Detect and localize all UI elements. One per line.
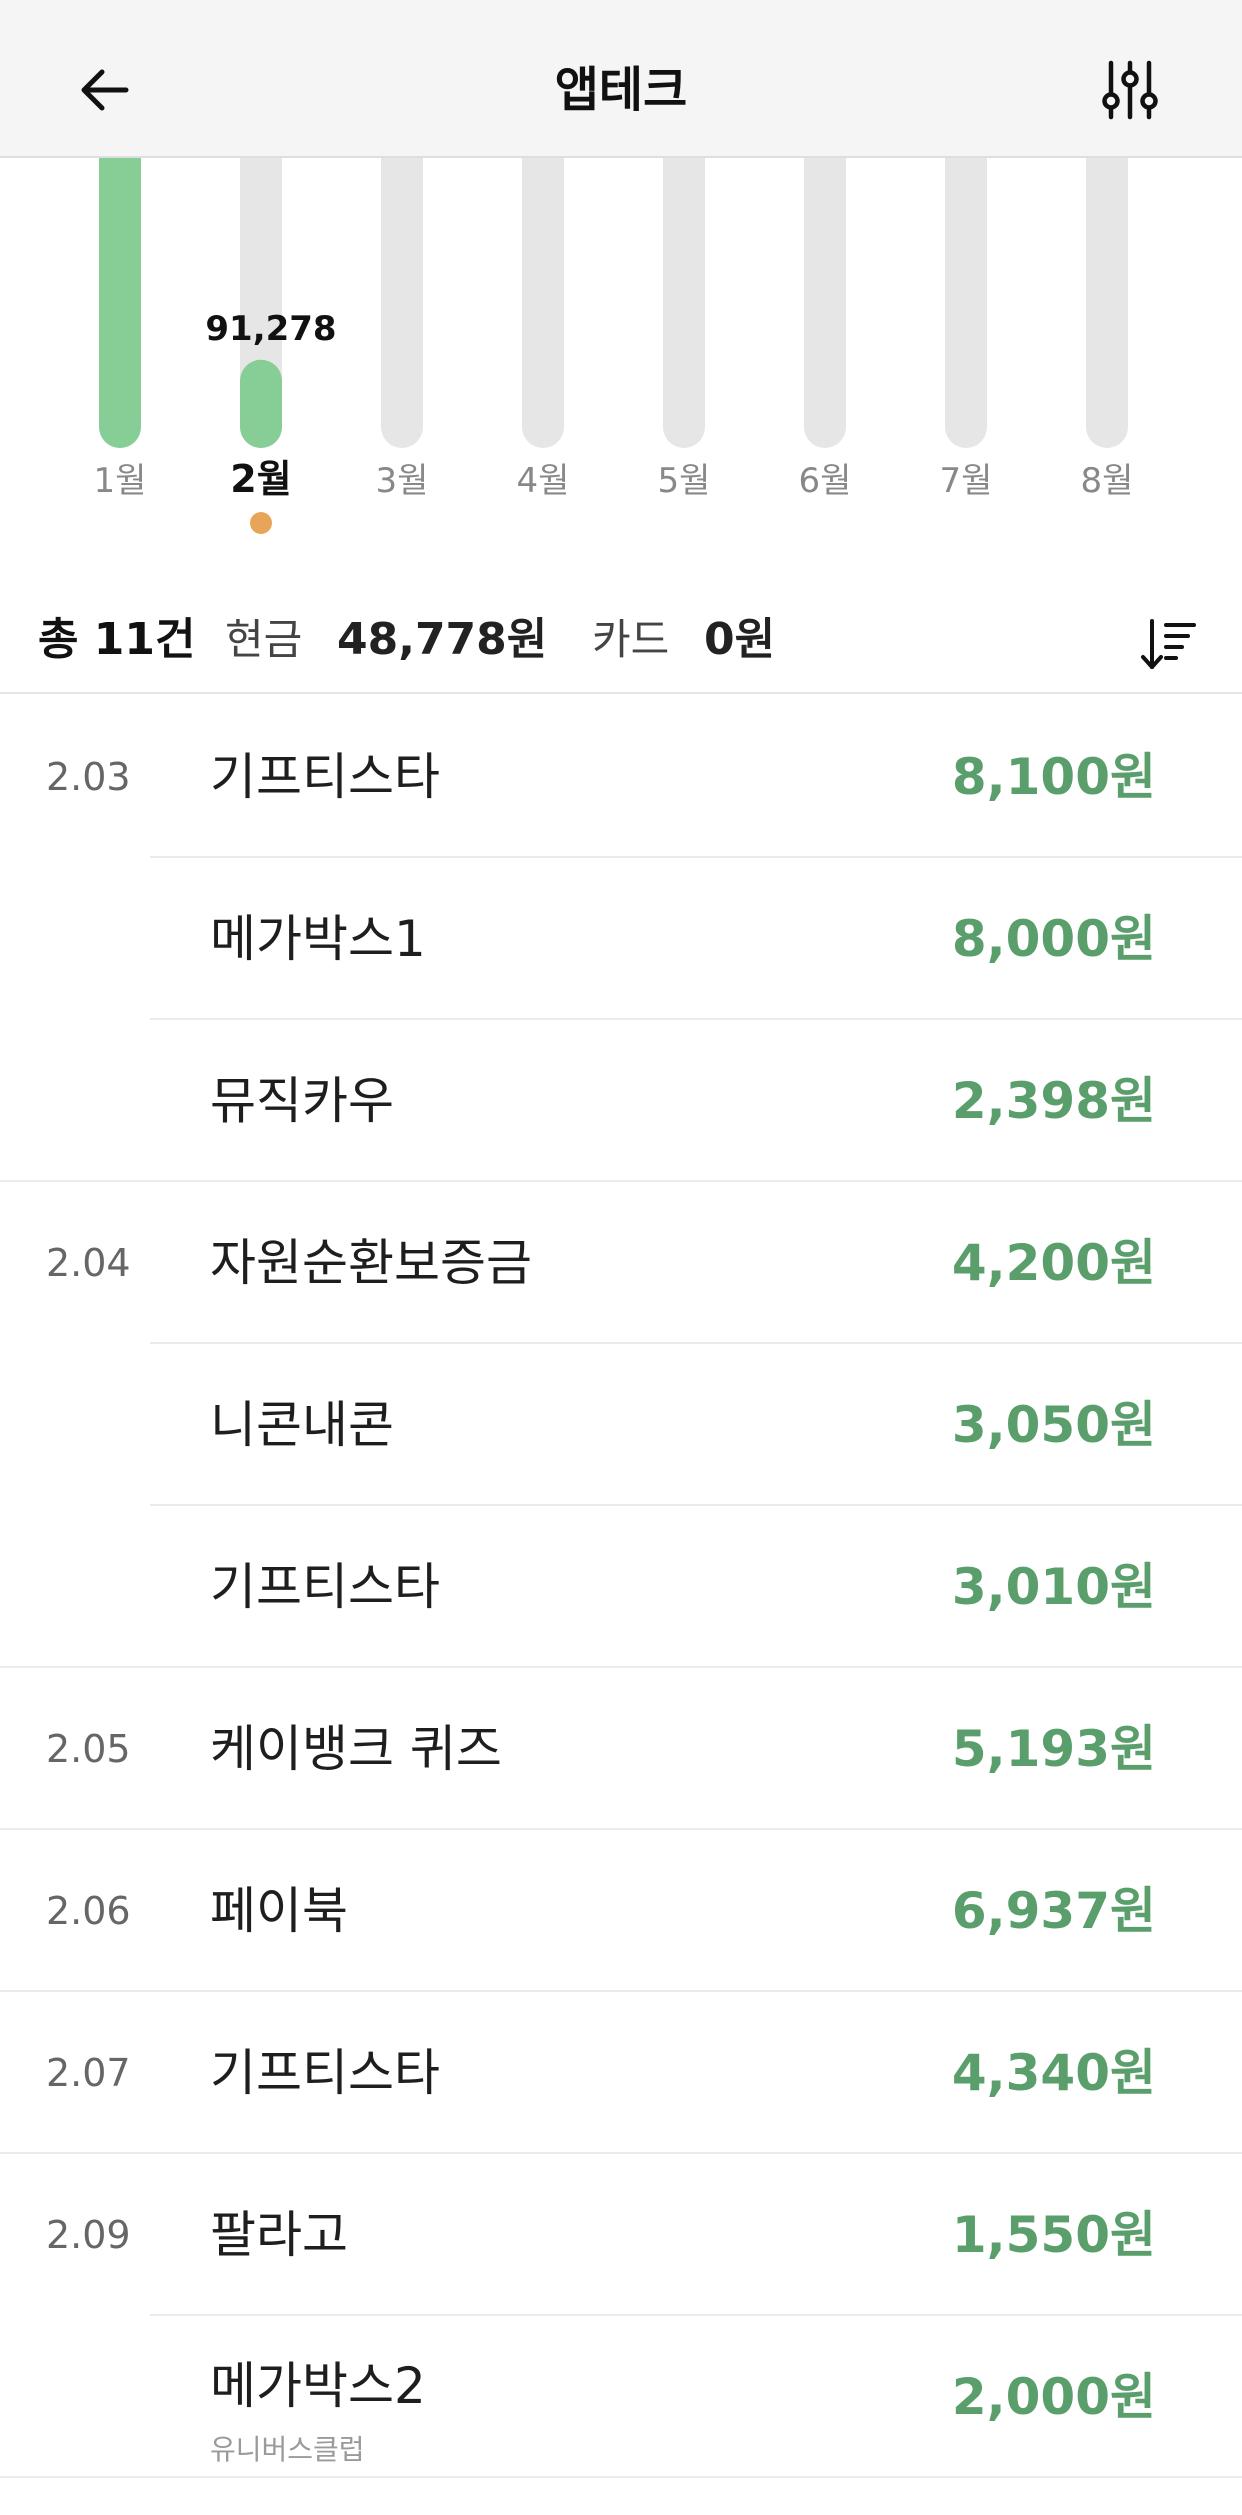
list-item-date: 2.05 xyxy=(46,1727,131,1771)
list-item-amount: 3,010원 xyxy=(951,1558,1156,1616)
list-item[interactable]: 2.07 기프티스타 4,340원 xyxy=(0,1992,1242,2154)
list-item-date: 2.03 xyxy=(46,755,131,799)
list-item-subtitle: 유니버스클럽 xyxy=(210,2433,365,2466)
list-item-name: 메가박스1 xyxy=(210,910,426,968)
list-item-name: 기프티스타 xyxy=(210,748,440,806)
summary-bar: 총 11건 현금 48,778원 카드 0원 xyxy=(0,582,1242,694)
list-item-amount: 8,000원 xyxy=(951,910,1156,968)
list-item-amount: 1,550원 xyxy=(951,2206,1156,2264)
list-item[interactable]: 메가박스1 8,000원 xyxy=(0,858,1242,1020)
app-header: 앱테크 xyxy=(0,0,1242,158)
month-tick-label[interactable]: 3월 xyxy=(376,461,429,501)
list-item-name: 케이뱅크 퀴즈 xyxy=(210,1720,502,1778)
bar-track-5[interactable] xyxy=(663,128,705,448)
bar-2[interactable] xyxy=(240,359,282,448)
list-item[interactable]: 메가박스2 유니버스클럽 2,000원 xyxy=(0,2316,1242,2478)
list-item-name: 니콘내콘 xyxy=(210,1396,394,1454)
list-item-name: 자원순환보증금 xyxy=(210,1234,532,1292)
list-item[interactable]: 2.06 페이북 6,937원 xyxy=(0,1830,1242,1992)
list-item[interactable]: 니콘내콘 3,050원 xyxy=(0,1344,1242,1506)
list-item[interactable]: 2.03 기프티스타 8,100원 xyxy=(0,696,1242,858)
bar-track-6[interactable] xyxy=(804,128,846,448)
list-item-amount: 4,340원 xyxy=(951,2044,1156,2102)
list-item[interactable]: 2.05 케이뱅크 퀴즈 5,193원 xyxy=(0,1668,1242,1830)
list-item-date: 2.07 xyxy=(46,2051,131,2095)
monthly-bar-chart: 1월 91,278 2월 3월 4월 5월 6월 7월 8월 xyxy=(0,128,1242,558)
bar-data-label: 91,278 xyxy=(205,309,336,349)
bar-track-4[interactable] xyxy=(522,128,564,448)
bar-1[interactable] xyxy=(99,128,141,448)
sliders-icon xyxy=(1102,60,1158,120)
month-tick-label[interactable]: 8월 xyxy=(1081,461,1134,501)
transaction-list: 2.03 기프티스타 8,100원메가박스1 8,000원뮤직카우 2,398원 2.04… xyxy=(0,696,1242,2478)
month-tick-label[interactable]: 1월 xyxy=(94,461,147,501)
filter-button[interactable] xyxy=(1095,55,1165,125)
monthly-bar-chart-svg: 1월 91,278 2월 3월 4월 5월 6월 7월 8월 xyxy=(94,128,1134,534)
month-tick-label[interactable]: 5월 xyxy=(658,461,711,501)
sort-descending-icon xyxy=(1141,619,1196,669)
bar-track-3[interactable] xyxy=(381,128,423,448)
month-tick-label[interactable]: 2월 xyxy=(230,457,291,501)
cash-label: 현금 xyxy=(225,615,303,664)
list-item-name: 기프티스타 xyxy=(210,1558,440,1616)
list-item-amount: 6,937원 xyxy=(951,1882,1156,1940)
list-item-name: 팔라고 xyxy=(210,2206,348,2264)
list-item-date: 2.09 xyxy=(46,2213,131,2257)
bar-track-8[interactable] xyxy=(1086,128,1128,448)
sort-button[interactable] xyxy=(1138,615,1198,675)
list-item-amount: 2,000원 xyxy=(951,2368,1156,2426)
row-divider xyxy=(0,2476,1242,2478)
list-item-name: 뮤직카우 xyxy=(210,1072,394,1130)
list-item-amount: 5,193원 xyxy=(951,1720,1156,1778)
card-value: 0원 xyxy=(704,614,776,665)
list-item-amount: 4,200원 xyxy=(951,1234,1156,1292)
list-item[interactable]: 2.09 팔라고 1,550원 xyxy=(0,2154,1242,2316)
total-count: 총 11건 xyxy=(38,614,196,665)
month-tick-label[interactable]: 4월 xyxy=(517,461,570,501)
list-item[interactable]: 2.04 자원순환보증금 4,200원 xyxy=(0,1182,1242,1344)
list-item-date: 2.04 xyxy=(46,1241,131,1285)
list-item-amount: 3,050원 xyxy=(951,1396,1156,1454)
list-item-amount: 8,100원 xyxy=(951,748,1156,806)
list-item[interactable]: 기프티스타 3,010원 xyxy=(0,1506,1242,1668)
bar-track-7[interactable] xyxy=(945,128,987,448)
month-tick-label[interactable]: 7월 xyxy=(940,461,993,501)
list-item-amount: 2,398원 xyxy=(951,1072,1156,1130)
selected-month-dot xyxy=(250,512,272,534)
month-tick-label[interactable]: 6월 xyxy=(799,461,852,501)
card-label: 카드 xyxy=(592,615,670,664)
cash-value: 48,778원 xyxy=(337,614,548,665)
list-item-name: 기프티스타 xyxy=(210,2044,440,2102)
page-title: 앱테크 xyxy=(554,62,688,118)
list-item-date: 2.06 xyxy=(46,1889,131,1933)
list-item[interactable]: 뮤직카우 2,398원 xyxy=(0,1020,1242,1182)
list-item-name: 페이북 xyxy=(210,1882,348,1940)
